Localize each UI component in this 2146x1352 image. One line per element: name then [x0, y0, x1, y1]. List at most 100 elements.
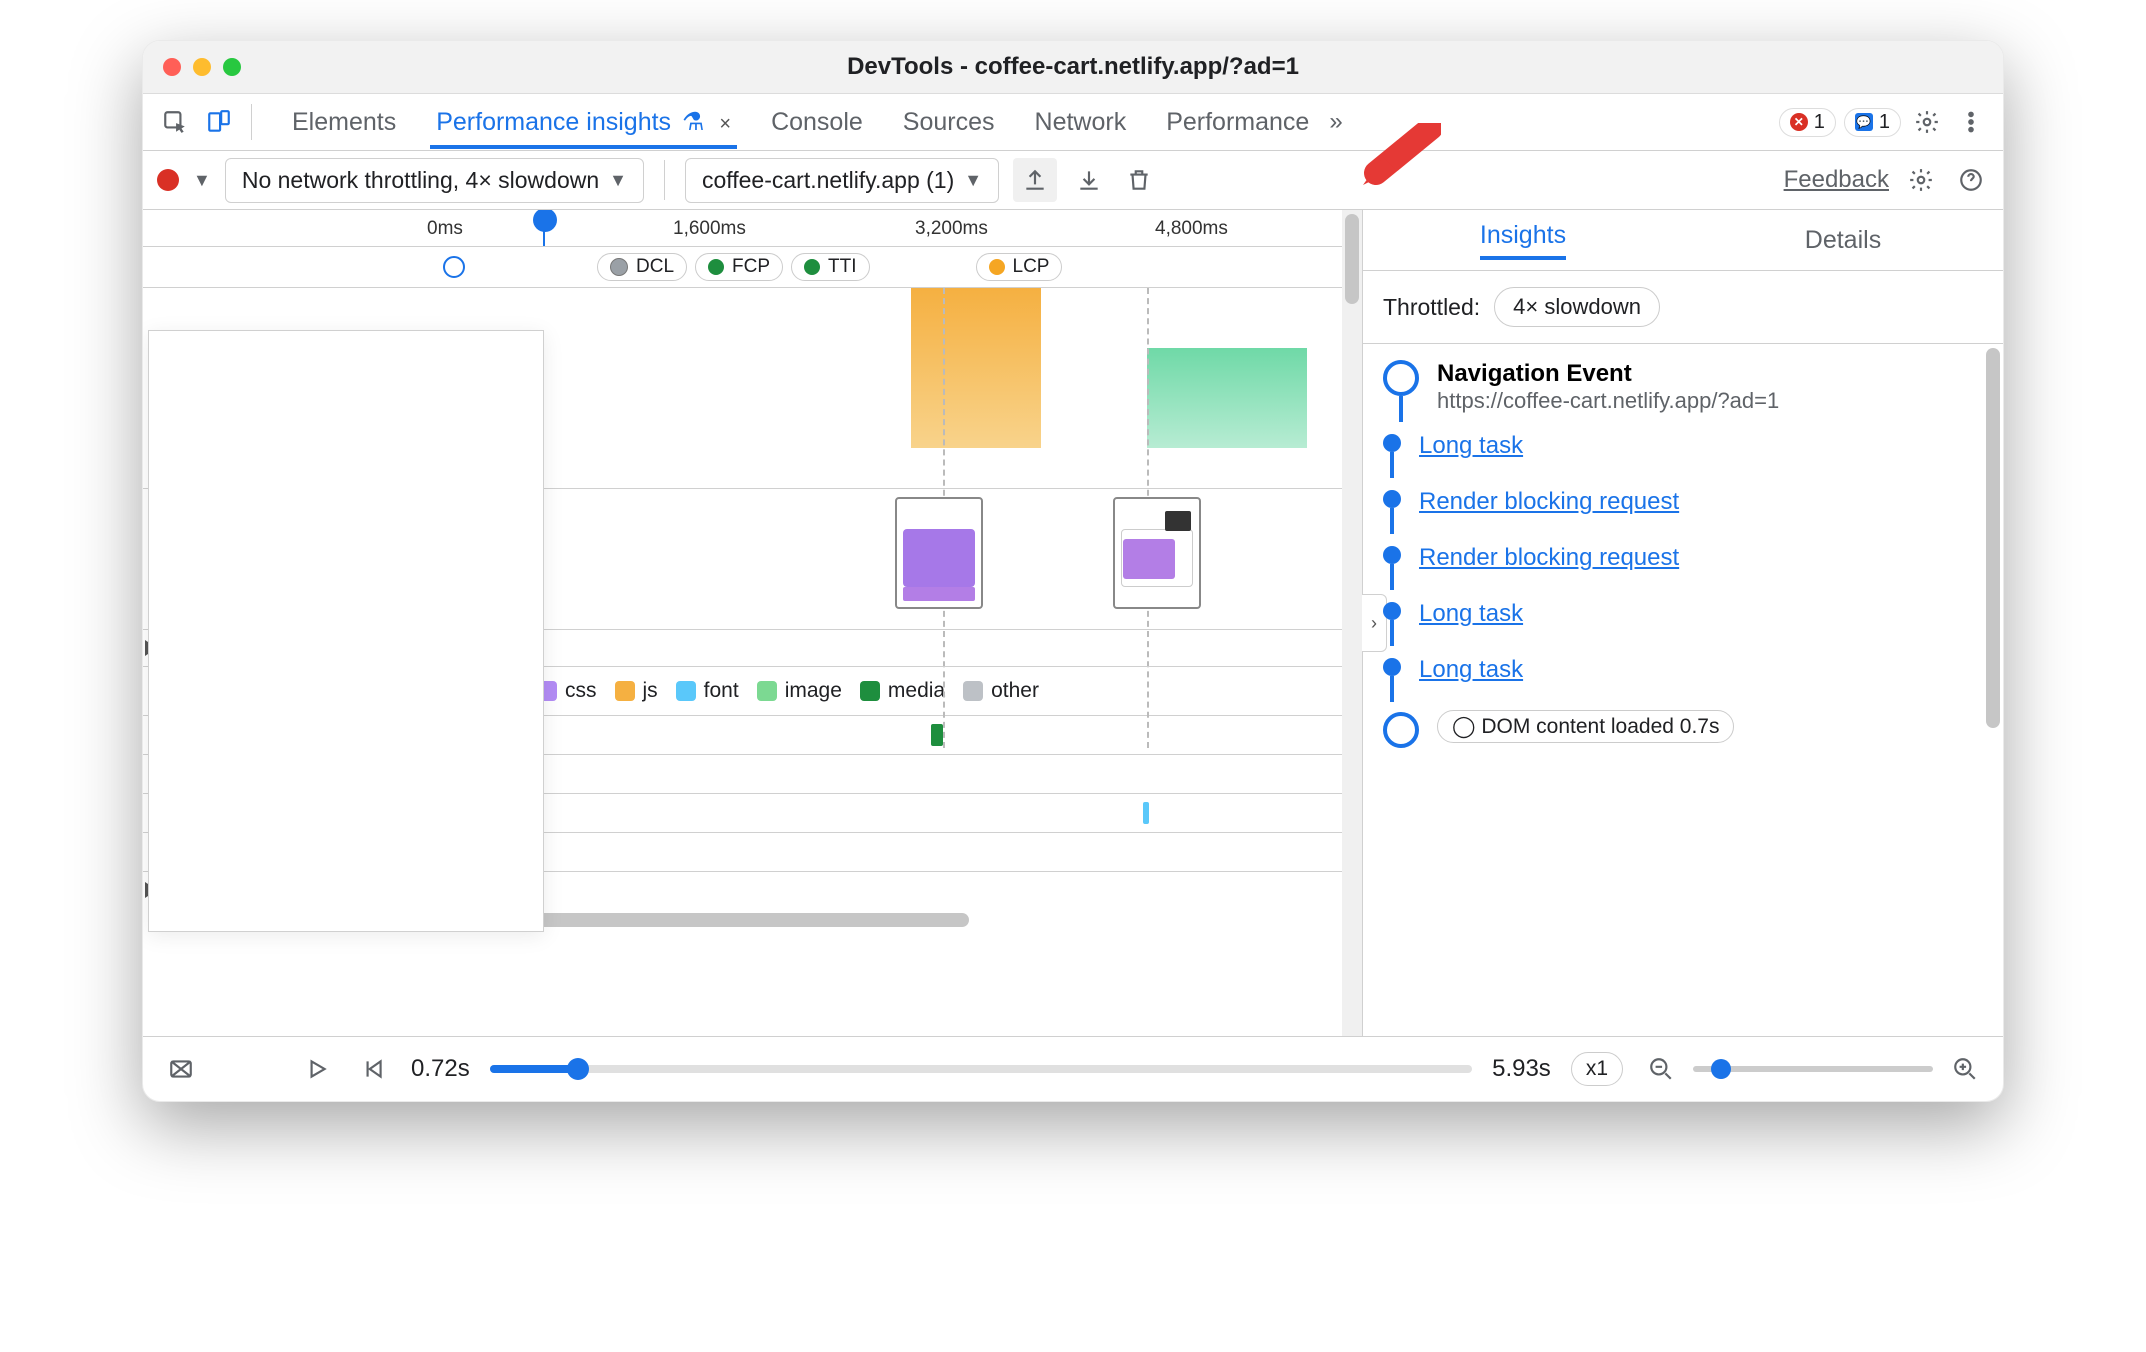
- metric-chip-fcp[interactable]: FCP: [695, 253, 783, 281]
- legend-item-media[interactable]: media: [860, 679, 945, 703]
- current-time: 0.72s: [411, 1055, 470, 1083]
- request-mark[interactable]: [931, 724, 943, 746]
- swatch-icon: [860, 681, 880, 701]
- nav-start-icon: [443, 256, 465, 278]
- insight-link[interactable]: Long task: [1419, 600, 1523, 627]
- error-counter[interactable]: ✕1: [1779, 108, 1836, 137]
- end-time: 5.93s: [1492, 1055, 1551, 1083]
- tab-insights[interactable]: Insights: [1363, 210, 1683, 270]
- legend-item-other[interactable]: other: [963, 679, 1039, 703]
- insights-sidebar: › Insights Details Throttled: 4× slowdow…: [1362, 210, 2003, 1036]
- zoom-window-button[interactable]: [223, 58, 241, 76]
- page-select[interactable]: coffee-cart.netlify.app (1) ▼: [685, 158, 999, 203]
- tab-network[interactable]: Network: [1029, 96, 1133, 149]
- throttle-select[interactable]: No network throttling, 4× slowdown ▼: [225, 158, 644, 203]
- delete-button[interactable]: [1121, 162, 1157, 198]
- playhead[interactable]: [543, 210, 545, 246]
- record-menu-chevron-icon[interactable]: ▼: [193, 170, 211, 191]
- vertical-scrollbar[interactable]: [1983, 344, 2003, 1036]
- metric-chip-lcp[interactable]: LCP: [976, 253, 1063, 281]
- timeline-panel: 0ms 1,600ms 3,200ms 4,800ms DCL FCP TTI …: [143, 210, 1362, 1036]
- filmstrip-frame[interactable]: [895, 497, 983, 609]
- kebab-menu-icon[interactable]: [1953, 104, 1989, 140]
- divider: [251, 104, 252, 140]
- page-select-value: coffee-cart.netlify.app (1): [702, 167, 954, 194]
- legend-item-image[interactable]: image: [757, 679, 842, 703]
- minimize-window-button[interactable]: [193, 58, 211, 76]
- throttle-row: Throttled: 4× slowdown: [1363, 271, 2003, 344]
- chevron-down-icon: ▼: [609, 170, 627, 191]
- tab-sources[interactable]: Sources: [897, 96, 1001, 149]
- speed-chip[interactable]: x1: [1571, 1052, 1623, 1086]
- request-mark[interactable]: [1143, 802, 1149, 824]
- tab-elements[interactable]: Elements: [286, 96, 402, 149]
- screenshot-preview-overlay: [148, 330, 544, 932]
- scrollbar-thumb[interactable]: [1345, 214, 1359, 304]
- insight-link[interactable]: Render blocking request: [1419, 488, 1679, 515]
- inspect-element-icon[interactable]: [157, 104, 193, 140]
- toggle-screenshots-icon[interactable]: [163, 1051, 199, 1087]
- dcl-chip[interactable]: ◯ DOM content loaded 0.7s: [1437, 710, 1734, 743]
- zoom-out-button[interactable]: [1643, 1051, 1679, 1087]
- metric-chip-dcl[interactable]: DCL: [597, 253, 687, 281]
- window-traffic-lights: [163, 58, 241, 76]
- close-tab-icon[interactable]: ×: [719, 113, 731, 135]
- playhead-knob-icon[interactable]: [533, 210, 557, 232]
- panel-settings-icon[interactable]: [1903, 162, 1939, 198]
- main-split: 0ms 1,600ms 3,200ms 4,800ms DCL FCP TTI …: [143, 210, 2003, 1037]
- legend-item-font[interactable]: font: [676, 679, 739, 703]
- filmstrip-frame[interactable]: [1113, 497, 1201, 609]
- titlebar: DevTools - coffee-cart.netlify.app/?ad=1: [143, 41, 2003, 94]
- tab-console[interactable]: Console: [765, 96, 869, 149]
- export-button[interactable]: [1013, 158, 1057, 202]
- throttle-select-value: No network throttling, 4× slowdown: [242, 167, 599, 194]
- slider-handle[interactable]: [1711, 1059, 1731, 1079]
- metrics-chip-row: DCL FCP TTI LCP: [143, 247, 1362, 288]
- ruler-tick: 4,800ms: [1155, 218, 1228, 240]
- playback-bar: 0.72s 5.93s x1: [143, 1037, 2003, 1101]
- swatch-icon: [610, 258, 628, 276]
- overflow-tabs-button[interactable]: »: [1323, 108, 1348, 136]
- vertical-scrollbar[interactable]: [1342, 210, 1362, 1036]
- ruler-tick: 3,200ms: [915, 218, 988, 240]
- jump-to-start-button[interactable]: [355, 1051, 391, 1087]
- divider: [664, 160, 665, 200]
- throttle-label: Throttled:: [1383, 294, 1480, 321]
- legend-item-js[interactable]: js: [615, 679, 658, 703]
- metric-chip-tti[interactable]: TTI: [791, 253, 870, 281]
- tab-label: Performance insights: [436, 108, 671, 136]
- insight-link[interactable]: Render blocking request: [1419, 544, 1679, 571]
- feedback-link[interactable]: Feedback: [1784, 166, 1889, 194]
- settings-icon[interactable]: [1909, 104, 1945, 140]
- record-button[interactable]: [157, 169, 179, 191]
- zoom-in-button[interactable]: [1947, 1051, 1983, 1087]
- seek-slider[interactable]: [490, 1065, 1472, 1073]
- tab-details[interactable]: Details: [1683, 210, 2003, 270]
- scrollbar-thumb[interactable]: [1986, 348, 2000, 728]
- devtools-window: DevTools - coffee-cart.netlify.app/?ad=1…: [142, 40, 2004, 1102]
- issues-counter[interactable]: 💬1: [1844, 108, 1901, 137]
- swatch-icon: [963, 681, 983, 701]
- help-icon[interactable]: [1953, 162, 1989, 198]
- flame-block[interactable]: [911, 288, 1041, 448]
- panel-tabs: Elements Performance insights ⚗ × Consol…: [286, 95, 1315, 149]
- close-window-button[interactable]: [163, 58, 181, 76]
- timeline-node-icon: [1383, 360, 1419, 396]
- insight-link[interactable]: Long task: [1419, 432, 1523, 459]
- import-button[interactable]: [1071, 162, 1107, 198]
- timeline-dot-icon: [1383, 658, 1401, 676]
- swatch-icon: [615, 681, 635, 701]
- throttle-pill[interactable]: 4× slowdown: [1494, 287, 1660, 327]
- time-ruler[interactable]: 0ms 1,600ms 3,200ms 4,800ms: [143, 210, 1362, 247]
- tab-performance[interactable]: Performance: [1160, 96, 1315, 149]
- tab-performance-insights[interactable]: Performance insights ⚗ ×: [430, 95, 737, 149]
- zoom-slider[interactable]: [1693, 1066, 1933, 1072]
- play-button[interactable]: [299, 1051, 335, 1087]
- legend-item-css[interactable]: css: [537, 679, 597, 703]
- device-toggle-icon[interactable]: [201, 104, 237, 140]
- ruler-tick: 0ms: [427, 218, 463, 240]
- slider-handle[interactable]: [567, 1058, 589, 1080]
- flame-block[interactable]: [1147, 348, 1307, 448]
- insight-link[interactable]: Long task: [1419, 656, 1523, 683]
- swatch-icon: [804, 259, 820, 275]
